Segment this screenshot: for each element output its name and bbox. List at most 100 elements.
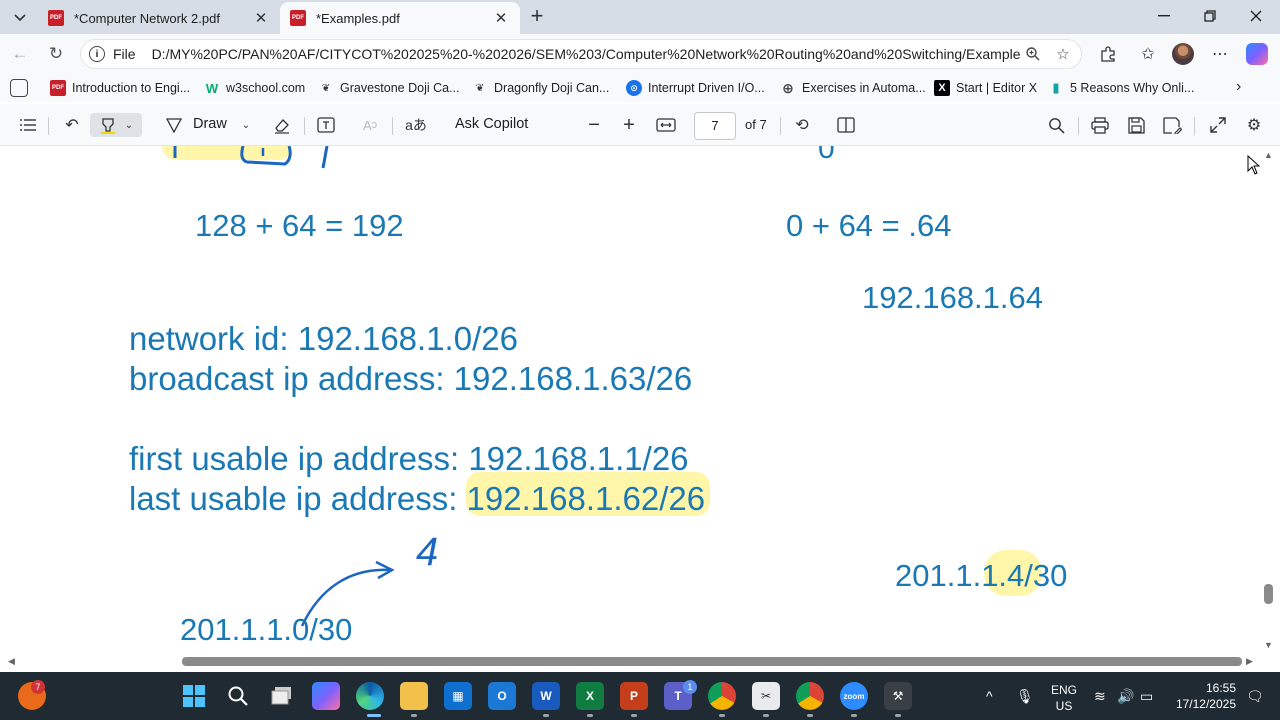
favorites-icon[interactable]: ✩: [1136, 42, 1160, 66]
tab-strip: PDF *Computer Network 2.pdf ✕ PDF *Examp…: [0, 0, 1280, 34]
widgets-badge: 7: [31, 680, 45, 694]
favorite-star-icon[interactable]: ☆: [1051, 42, 1075, 66]
ask-copilot-button[interactable]: Ask Copilot: [455, 116, 528, 132]
refresh-icon[interactable]: ↻: [44, 42, 68, 66]
snipping-tool-icon[interactable]: ✂: [752, 682, 780, 710]
vertical-scrollbar[interactable]: [1258, 146, 1280, 654]
copilot-icon[interactable]: [312, 682, 340, 710]
favorite-dragonfly[interactable]: ❦ Dragonfly Doji Can...: [472, 78, 610, 98]
zoom-out-icon[interactable]: −: [582, 113, 606, 137]
favorite-gravestone[interactable]: ❦ Gravestone Doji Ca...: [318, 78, 460, 98]
language-top[interactable]: ENG: [1048, 683, 1080, 697]
favorite-editor-x[interactable]: X Start | Editor X: [934, 78, 1037, 98]
store-icon[interactable]: ▦: [444, 682, 472, 710]
undo-icon[interactable]: ↶: [60, 113, 84, 137]
eraser-icon[interactable]: [270, 113, 294, 137]
favorite-introduction[interactable]: PDF Introduction to Engi...: [50, 78, 190, 98]
fullscreen-icon[interactable]: [1206, 113, 1230, 137]
page-number-input[interactable]: 7: [694, 112, 736, 140]
settings-gear-icon[interactable]: ⚙: [1242, 113, 1266, 137]
edge-browser-icon[interactable]: [356, 682, 384, 710]
scroll-left-arrow-icon[interactable]: ◀: [8, 656, 15, 667]
pdf-icon: PDF: [50, 80, 66, 96]
microphone-icon[interactable]: 🎙: [1016, 688, 1034, 705]
scroll-up-arrow-icon[interactable]: ▲: [1264, 150, 1273, 160]
more-options-icon[interactable]: ⋯: [1208, 42, 1232, 66]
word-icon[interactable]: W: [532, 682, 560, 710]
favorite-exercises[interactable]: ⊕ Exercises in Automa...: [780, 78, 926, 98]
pdf-page[interactable]: 0 128 + 64 = 192 0 + 64 = .64 192.168.1.…: [0, 146, 1280, 672]
running-indicator: [719, 714, 725, 717]
minimize-icon[interactable]: [1148, 4, 1180, 28]
favorite-interrupt[interactable]: ⊙ Interrupt Driven I/O...: [626, 78, 765, 98]
zoom-icon[interactable]: [1021, 42, 1045, 66]
calc-left: 128 + 64 = 192: [195, 208, 404, 243]
clock-time[interactable]: 16:55: [1170, 681, 1236, 695]
highlighter-icon: [99, 116, 117, 134]
vertical-scroll-thumb[interactable]: [1264, 584, 1273, 604]
close-tab-icon[interactable]: ✕: [252, 9, 270, 27]
outlook-icon[interactable]: O: [488, 682, 516, 710]
favorite-w3school[interactable]: W w3school.com: [204, 78, 305, 98]
close-window-icon[interactable]: [1240, 4, 1272, 28]
save-icon[interactable]: [1124, 113, 1148, 137]
start-windows-icon[interactable]: [180, 682, 208, 710]
copilot-icon[interactable]: [1246, 43, 1268, 65]
fit-to-width-icon[interactable]: [654, 113, 678, 137]
chevron-right-icon[interactable]: ›: [1236, 78, 1241, 96]
clock-date[interactable]: 17/12/2025: [1164, 697, 1236, 711]
scroll-right-arrow-icon[interactable]: ▶: [1246, 656, 1253, 667]
close-tab-icon[interactable]: ✕: [492, 9, 510, 27]
tab-actions-menu-icon[interactable]: [8, 6, 32, 30]
rotate-icon[interactable]: ⟲: [790, 113, 814, 137]
scroll-down-arrow-icon[interactable]: ▼: [1264, 640, 1273, 650]
search-icon[interactable]: [224, 682, 252, 710]
favorite-label: Introduction to Engi...: [72, 81, 191, 95]
powerpoint-icon[interactable]: P: [620, 682, 648, 710]
contents-list-icon[interactable]: [16, 113, 40, 137]
app-icon[interactable]: ⚒: [884, 682, 912, 710]
volume-icon[interactable]: 🔊: [1117, 688, 1134, 705]
running-indicator: [851, 714, 857, 717]
print-icon[interactable]: [1088, 113, 1112, 137]
excel-icon[interactable]: X: [576, 682, 604, 710]
search-icon[interactable]: [1044, 113, 1068, 137]
broadcast-address: broadcast ip address: 192.168.1.63/26: [129, 360, 693, 397]
info-icon[interactable]: i: [89, 46, 105, 62]
notifications-icon[interactable]: 🗨: [1246, 688, 1264, 705]
favorite-5-reasons[interactable]: ▮ 5 Reasons Why Onli...: [1048, 78, 1194, 98]
url-text[interactable]: D:/MY%20PC/PAN%20AF/CITYCOT%202025%20-%2…: [152, 46, 1021, 62]
ip-201-left: 201.1.1.0/30: [180, 612, 353, 647]
new-tab-button[interactable]: +: [526, 5, 548, 28]
extensions-icon[interactable]: [1096, 42, 1120, 66]
battery-icon[interactable]: ▭: [1140, 688, 1153, 705]
chevron-down-icon[interactable]: ⌄: [234, 113, 258, 137]
highlight-button[interactable]: ⌄: [90, 113, 142, 137]
language-bottom[interactable]: US: [1048, 699, 1080, 713]
zoom-in-icon[interactable]: +: [617, 113, 641, 137]
horizontal-scroll-thumb[interactable]: [182, 657, 1242, 666]
page-view-icon[interactable]: [834, 113, 858, 137]
chevron-up-icon[interactable]: ^: [986, 688, 993, 704]
chrome-icon[interactable]: [708, 682, 736, 710]
collections-icon[interactable]: [10, 79, 28, 97]
task-view-icon[interactable]: [268, 682, 296, 710]
text-box-icon[interactable]: [314, 113, 338, 137]
back-arrow-icon[interactable]: ←: [8, 42, 32, 66]
file-explorer-icon[interactable]: [400, 682, 428, 710]
restore-icon[interactable]: [1194, 4, 1226, 28]
tab-examples[interactable]: PDF *Examples.pdf ✕: [280, 2, 520, 34]
zoom-app-icon[interactable]: zoom: [840, 682, 868, 710]
favorite-label: Gravestone Doji Ca...: [340, 81, 460, 95]
translate-icon[interactable]: aあ: [404, 113, 428, 137]
tab-computer-network-2[interactable]: PDF *Computer Network 2.pdf ✕: [38, 2, 280, 34]
chrome-profile-icon[interactable]: [796, 682, 824, 710]
avatar[interactable]: [1172, 43, 1194, 65]
save-as-icon[interactable]: [1160, 113, 1184, 137]
favorite-label: Dragonfly Doji Can...: [494, 81, 610, 95]
draw-button[interactable]: Draw: [193, 116, 227, 132]
draw-pen-icon[interactable]: [162, 113, 186, 137]
address-bar[interactable]: i File D:/MY%20PC/PAN%20AF/CITYCOT%20202…: [80, 39, 1082, 69]
wifi-icon[interactable]: ≋: [1094, 688, 1106, 705]
toolbar-divider: [392, 117, 393, 135]
